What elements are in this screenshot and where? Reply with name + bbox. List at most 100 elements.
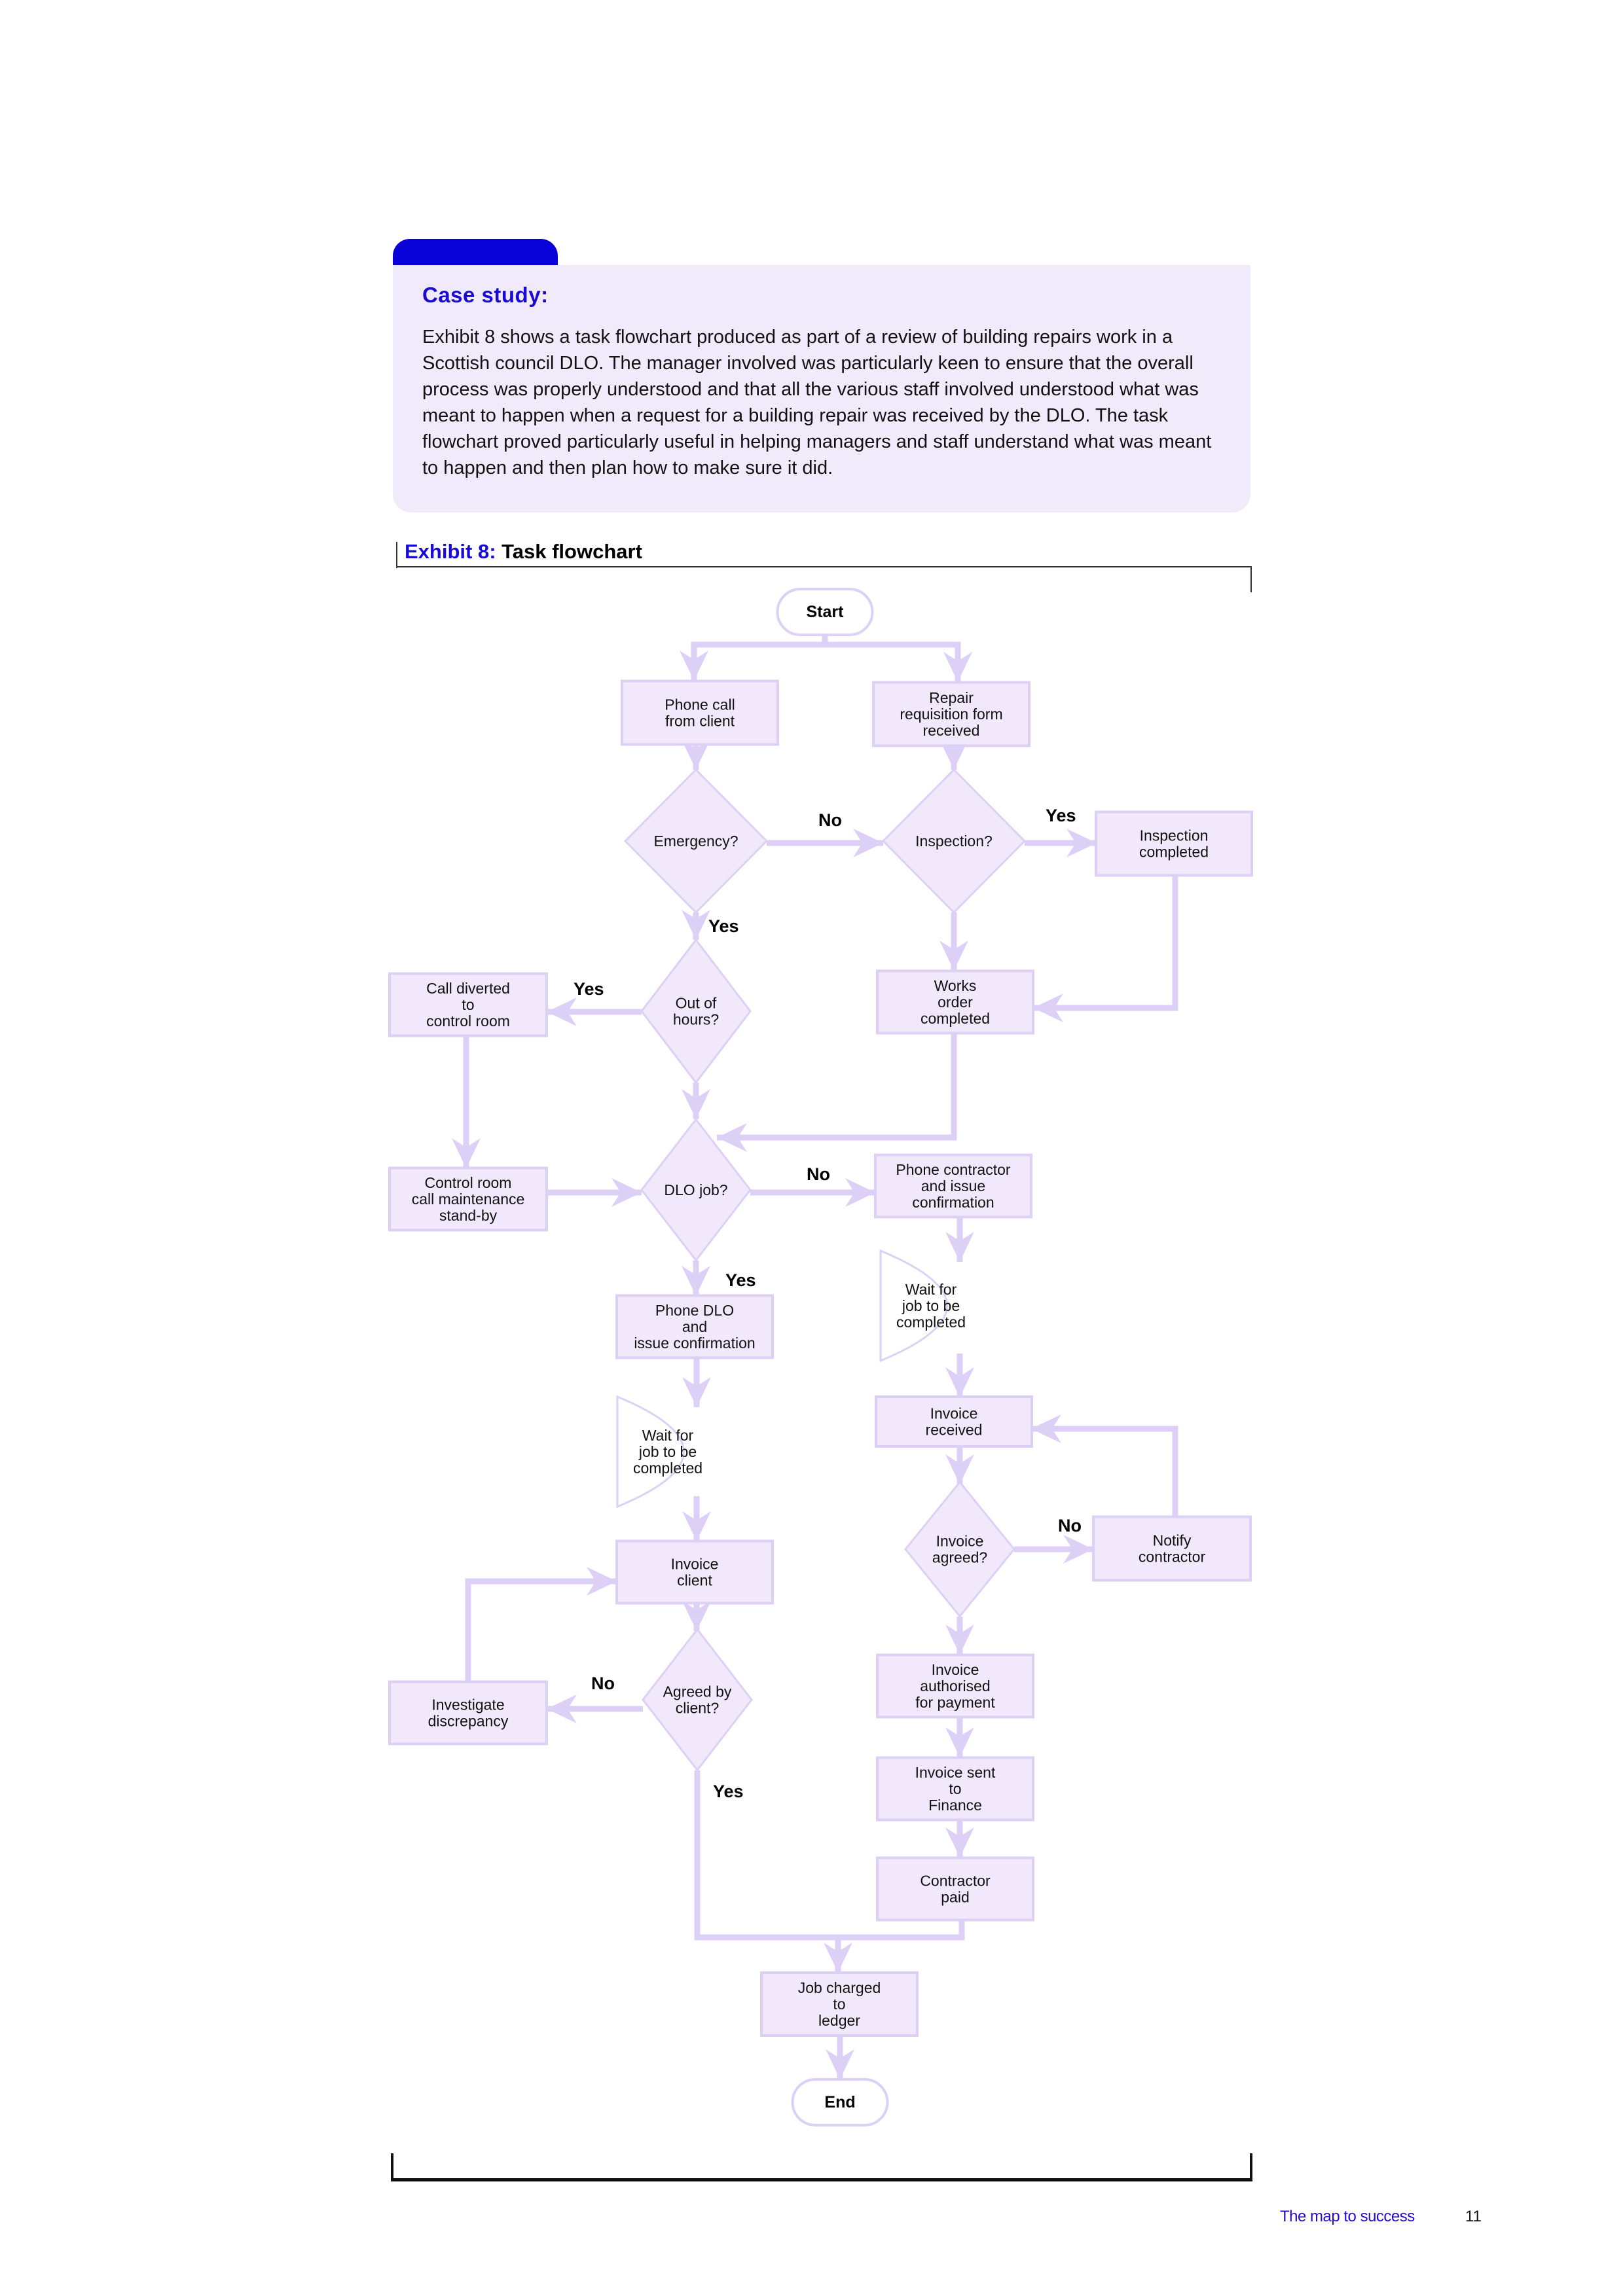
node-investigate: Investigatediscrepancy — [388, 1680, 548, 1746]
edge-invoice_received-to-invoice_agreed — [945, 1446, 974, 1484]
edge-phone_contractor-to-wait_contractor — [945, 1217, 974, 1262]
node-label: authorised — [920, 1677, 990, 1695]
node-label: Repair — [929, 689, 974, 706]
node-label: Phone call — [665, 696, 735, 713]
node-label: contractor — [1139, 1549, 1206, 1566]
node-label: paid — [941, 1889, 969, 1906]
node-label: Control room — [425, 1174, 512, 1191]
edge-emergency-to-out_of_hours: Yes — [682, 910, 739, 940]
node-label: End — [824, 2093, 855, 2111]
node-phone-contractor: Phone contractorand issueconfirmation — [874, 1153, 1032, 1219]
page-number: 11 — [1465, 2208, 1482, 2225]
edge-start-to-phone_call — [680, 635, 828, 681]
edge-out_of_hours-to-dlo_job — [682, 1083, 710, 1119]
edge-line — [717, 1033, 957, 1141]
edge-investigate-to-invoice_client — [465, 1567, 617, 1682]
edge-label-yes: Yes — [1046, 806, 1076, 825]
node-label: completed — [921, 1010, 990, 1027]
node-label: discrepancy — [428, 1713, 509, 1730]
edge-notify_contractor-to-invoice_received — [1031, 1414, 1178, 1517]
edge-wait_dlo-to-invoice_client — [682, 1496, 711, 1541]
edge-inspection-to-inspection_completed: Yes — [1025, 806, 1097, 857]
edge-label-yes: Yes — [713, 1782, 744, 1801]
node-label: Invoice — [932, 1661, 979, 1678]
node-label: Wait for — [905, 1281, 957, 1298]
edge-phone_dlo-to-wait_dlo — [682, 1358, 711, 1407]
node-label: from client — [665, 713, 735, 730]
edge-dlo_job-to-phone_dlo: Yes — [682, 1261, 756, 1296]
node-label: Phone DLO — [655, 1302, 734, 1319]
edge-invoice_client-to-agreed_by_client — [682, 1601, 711, 1631]
edge-line — [1031, 1426, 1178, 1517]
node-label: Invoice — [671, 1556, 719, 1573]
node-agreed-by-client: Agreed byclient? — [642, 1628, 753, 1772]
node-label: to — [949, 1780, 961, 1797]
node-control-room: Control roomcall maintenancestand-by — [388, 1166, 548, 1232]
node-label: Job charged — [798, 1979, 881, 1996]
node-job-charged: Job chargedtoledger — [760, 1971, 919, 2037]
edge-out_of_hours-to-call_diverted: Yes — [547, 979, 642, 1026]
node-label: call maintenance — [412, 1191, 525, 1208]
node-label: received — [923, 722, 980, 739]
node-label: received — [926, 1422, 983, 1439]
node-label: requisition form — [900, 706, 1002, 723]
node-label: Out of — [676, 995, 717, 1012]
node-label: Invoice — [936, 1533, 984, 1550]
node-phone-call: Phone callfrom client — [621, 679, 779, 746]
node-emergency: Emergency? — [623, 768, 769, 914]
edges-layer: No Yes Yes Yes No Yes No No Yes — [452, 635, 1178, 2079]
node-label: confirmation — [912, 1194, 994, 1211]
node-label: client? — [676, 1700, 719, 1717]
node-wait-contractor: Wait forjob to becompleted — [879, 1249, 966, 1363]
node-label: Finance — [928, 1797, 982, 1814]
edge-call_diverted-to-control_room — [452, 1035, 481, 1168]
node-label: Start — [807, 603, 845, 621]
edge-line — [465, 1578, 617, 1682]
edge-contractor_paid-to-job_charged — [838, 1920, 965, 1941]
node-invoice-sent: Invoice senttoFinance — [876, 1756, 1034, 1821]
node-start: Start — [776, 588, 874, 636]
node-label: job to be — [638, 1443, 697, 1460]
edge-dlo_job-to-phone_contractor: No — [750, 1164, 875, 1207]
node-label: ledger — [818, 2012, 860, 2029]
edge-label-no: No — [818, 810, 842, 830]
edge-label-yes: Yes — [725, 1270, 756, 1290]
edge-label-yes: Yes — [574, 979, 604, 999]
node-label: Agreed by — [663, 1683, 732, 1700]
node-label: Emergency? — [653, 833, 738, 850]
edge-line — [691, 635, 828, 681]
node-label: Wait for — [642, 1427, 694, 1444]
node-label: DLO job? — [664, 1181, 727, 1198]
node-out-of-hours: Out ofhours? — [640, 938, 752, 1085]
footer-title: The map to success — [1280, 2208, 1415, 2225]
node-label: completed — [1139, 844, 1209, 861]
edge-control_room-to-dlo_job — [547, 1178, 642, 1207]
node-label: Contractor — [920, 1873, 991, 1890]
edge-emergency-to-inspection: No — [767, 810, 883, 857]
node-invoice-received: Invoicereceived — [875, 1395, 1033, 1448]
node-wait-dlo: Wait forjob to becompleted — [616, 1395, 702, 1509]
node-label: and issue — [921, 1177, 985, 1194]
edge-line — [1033, 875, 1178, 1011]
edge-invoice_agreed-to-invoice_authorised — [945, 1617, 974, 1655]
node-label: Investigate — [431, 1696, 504, 1713]
edge-job_charged-to-end — [826, 2036, 854, 2079]
node-inspection-completed: Inspectioncompleted — [1095, 810, 1253, 877]
edge-label-no: No — [1058, 1516, 1082, 1535]
node-phone-dlo: Phone DLOandissue confirmation — [615, 1294, 774, 1359]
node-label: Notify — [1153, 1532, 1192, 1549]
edge-start-to-repair_form — [825, 641, 972, 682]
node-label: issue confirmation — [634, 1335, 755, 1352]
node-label: to — [833, 1996, 845, 2013]
edge-agreed_by_client-to-job_charged: Yes — [694, 1770, 852, 1973]
node-label: order — [938, 994, 973, 1011]
task-flowchart: No Yes Yes Yes No Yes No No Yes Start Phone callfr… — [388, 588, 1253, 2126]
node-label: Phone contractor — [896, 1161, 1011, 1178]
node-contractor-paid: Contractorpaid — [876, 1856, 1034, 1922]
node-label: Works — [934, 977, 977, 994]
edge-invoice_agreed-to-notify_contractor: No — [1014, 1516, 1093, 1564]
node-label: hours? — [673, 1011, 719, 1028]
node-label: Call diverted — [426, 980, 510, 997]
edge-works_order-to-dlo_job — [717, 1033, 957, 1152]
frame-bottom-right — [1250, 2153, 1252, 2181]
